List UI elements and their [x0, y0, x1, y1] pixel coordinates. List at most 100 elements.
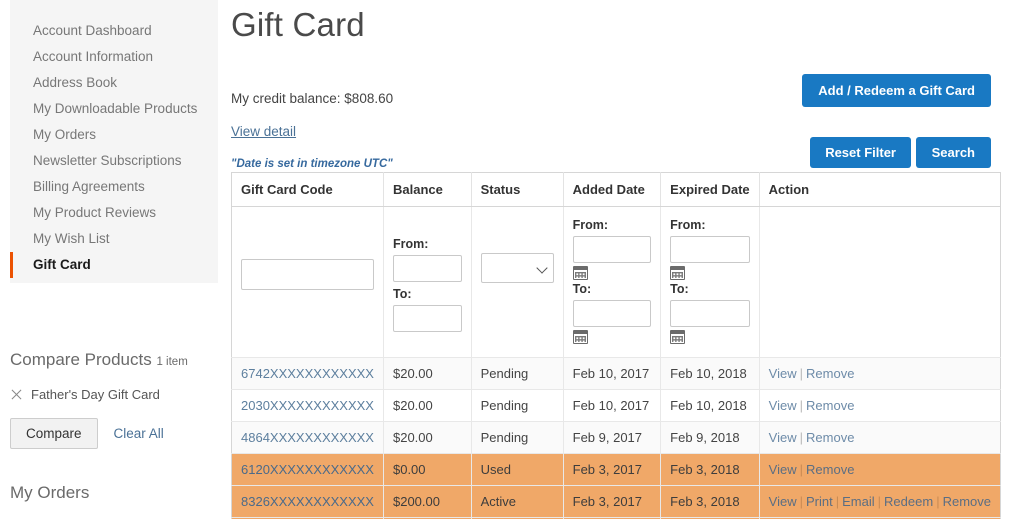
- cell-balance: $20.00: [383, 357, 472, 390]
- table-row: 2030XXXXXXXXXXXX $20.00 Pending Feb 10, 201…: [231, 389, 1001, 422]
- add-redeem-gift-card-button[interactable]: Add / Redeem a Gift Card: [802, 74, 991, 107]
- calendar-icon[interactable]: [670, 330, 686, 344]
- cell-gift-card-code: 6120XXXXXXXXXXXX: [231, 453, 384, 486]
- cell-added-date: Feb 3, 2017: [563, 453, 662, 486]
- cell-gift-card-code: 4864XXXXXXXXXXXX: [231, 421, 384, 454]
- sidebar-item-newsletter-subscriptions[interactable]: Newsletter Subscriptions: [10, 148, 218, 174]
- action-separator: |: [799, 462, 804, 477]
- action-remove-link[interactable]: Remove: [806, 430, 854, 445]
- sidebar-item-gift-card[interactable]: Gift Card: [10, 252, 218, 278]
- compare-products-label: Compare Products: [10, 350, 152, 369]
- clear-all-link[interactable]: Clear All: [114, 426, 164, 441]
- cell-expired-date: Feb 3, 2018: [660, 485, 760, 518]
- action-separator: |: [799, 398, 804, 413]
- column-header-gift-card-code: Gift Card Code: [231, 172, 384, 207]
- my-orders-heading: My Orders: [10, 483, 90, 502]
- compare-products-title: Compare Products 1 item: [10, 350, 220, 370]
- compare-products-count: 1 item: [156, 356, 188, 368]
- filter-expired-from-input[interactable]: [670, 236, 750, 263]
- filter-added-from-input[interactable]: [572, 236, 652, 263]
- cell-added-date: Feb 9, 2017: [563, 421, 662, 454]
- gift-card-table: Gift Card Code Balance Status Added Date…: [231, 172, 1001, 519]
- filter-gift-card-code-input[interactable]: [241, 259, 374, 290]
- action-view-link[interactable]: View: [769, 430, 797, 445]
- column-header-status: Status: [471, 172, 564, 207]
- action-separator: |: [799, 494, 804, 509]
- gift-card-code-link[interactable]: 6120XXXXXXXXXXXX: [241, 462, 374, 477]
- close-icon[interactable]: [10, 389, 22, 401]
- filter-cell-code: [231, 206, 384, 358]
- column-header-action: Action: [759, 172, 1001, 207]
- gift-card-account-page: Account Dashboard Account Information Addr…: [0, 0, 1011, 519]
- view-detail-link[interactable]: View detail: [231, 124, 296, 139]
- filter-cell-expired-date: From: To:: [660, 206, 760, 358]
- cell-gift-card-code: 6742XXXXXXXXXXXX: [231, 357, 384, 390]
- filter-added-to-input[interactable]: [572, 300, 652, 327]
- cell-gift-card-code: 2030XXXXXXXXXXXX: [231, 389, 384, 422]
- cell-status: Pending: [471, 357, 564, 390]
- cell-added-date: Feb 3, 2017: [563, 485, 662, 518]
- table-row: 6742XXXXXXXXXXXX $20.00 Pending Feb 10, 201…: [231, 357, 1001, 390]
- column-header-balance: Balance: [383, 172, 472, 207]
- filter-expired-to-label: To:: [670, 282, 689, 296]
- column-header-added-date: Added Date: [563, 172, 662, 207]
- sidebar-item-account-dashboard[interactable]: Account Dashboard: [10, 18, 218, 44]
- cell-status: Pending: [471, 421, 564, 454]
- gift-card-code-link[interactable]: 6742XXXXXXXXXXXX: [241, 366, 374, 381]
- gift-card-code-link[interactable]: 8326XXXXXXXXXXXX: [241, 494, 374, 509]
- action-view-link[interactable]: View: [769, 494, 797, 509]
- cell-action: View | Print | Email | Redeem | Remove: [759, 485, 1001, 518]
- cell-gift-card-code: 8326XXXXXXXXXXXX: [231, 485, 384, 518]
- action-separator: |: [799, 430, 804, 445]
- action-separator: |: [936, 494, 940, 509]
- reset-filter-button[interactable]: Reset Filter: [810, 137, 911, 168]
- sidebar-item-address-book[interactable]: Address Book: [10, 70, 218, 96]
- gift-card-code-link[interactable]: 4864XXXXXXXXXXXX: [241, 430, 374, 445]
- account-sidebar: Account Dashboard Account Information Addr…: [10, 0, 218, 283]
- sidebar-item-my-orders[interactable]: My Orders: [10, 122, 218, 148]
- action-email-link[interactable]: Email: [842, 494, 875, 509]
- action-view-link[interactable]: View: [769, 462, 797, 477]
- filter-balance-to-input[interactable]: [392, 305, 462, 332]
- filter-balance-from-input[interactable]: [392, 255, 462, 282]
- filter-expired-from-label: From:: [670, 218, 706, 232]
- action-remove-link[interactable]: Remove: [806, 366, 854, 381]
- action-remove-link[interactable]: Remove: [806, 462, 854, 477]
- compare-product-name: Father's Day Gift Card: [31, 387, 160, 402]
- sidebar-item-account-information[interactable]: Account Information: [10, 44, 218, 70]
- sidebar-item-my-product-reviews[interactable]: My Product Reviews: [10, 200, 218, 226]
- action-redeem-link[interactable]: Redeem: [884, 494, 933, 509]
- calendar-icon[interactable]: [572, 266, 588, 280]
- action-view-link[interactable]: View: [769, 366, 797, 381]
- sidebar-item-my-wish-list[interactable]: My Wish List: [10, 226, 218, 252]
- cell-status: Pending: [471, 389, 564, 422]
- filter-cell-balance: From: To:: [383, 206, 472, 358]
- table-body: From: To: From: To: From: To:: [231, 206, 1001, 358]
- sidebar-item-my-downloadable-products[interactable]: My Downloadable Products: [10, 96, 218, 122]
- sidebar-item-billing-agreements[interactable]: Billing Agreements: [10, 174, 218, 200]
- action-remove-link[interactable]: Remove: [943, 494, 991, 509]
- action-separator: |: [799, 366, 804, 381]
- filter-row: From: To: From: To: From: To:: [231, 206, 1001, 358]
- filter-expired-to-input[interactable]: [670, 300, 750, 327]
- cell-action: View | Remove: [759, 421, 1001, 454]
- cell-action: View | Remove: [759, 389, 1001, 422]
- calendar-icon[interactable]: [572, 330, 588, 344]
- cell-status: Active: [471, 485, 564, 518]
- filter-cell-action: [759, 206, 1001, 358]
- compare-products-block: Compare Products 1 item Father's Day Gif…: [10, 350, 220, 449]
- calendar-icon[interactable]: [670, 266, 686, 280]
- compare-button[interactable]: Compare: [10, 418, 98, 449]
- filter-cell-added-date: From: To:: [563, 206, 662, 358]
- action-print-link[interactable]: Print: [806, 494, 833, 509]
- action-view-link[interactable]: View: [769, 398, 797, 413]
- cell-expired-date: Feb 9, 2018: [660, 421, 760, 454]
- action-remove-link[interactable]: Remove: [806, 398, 854, 413]
- search-button[interactable]: Search: [915, 137, 991, 168]
- gift-card-code-link[interactable]: 2030XXXXXXXXXXXX: [241, 398, 374, 413]
- filter-status-select[interactable]: [480, 253, 554, 283]
- cell-expired-date: Feb 10, 2018: [660, 357, 760, 390]
- table-data-body: 6742XXXXXXXXXXXX $20.00 Pending Feb 10, 201…: [231, 357, 1001, 519]
- account-nav: Account Dashboard Account Information Addr…: [10, 0, 218, 278]
- table-row: 4864XXXXXXXXXXXX $20.00 Pending Feb 9, 2017…: [231, 421, 1001, 454]
